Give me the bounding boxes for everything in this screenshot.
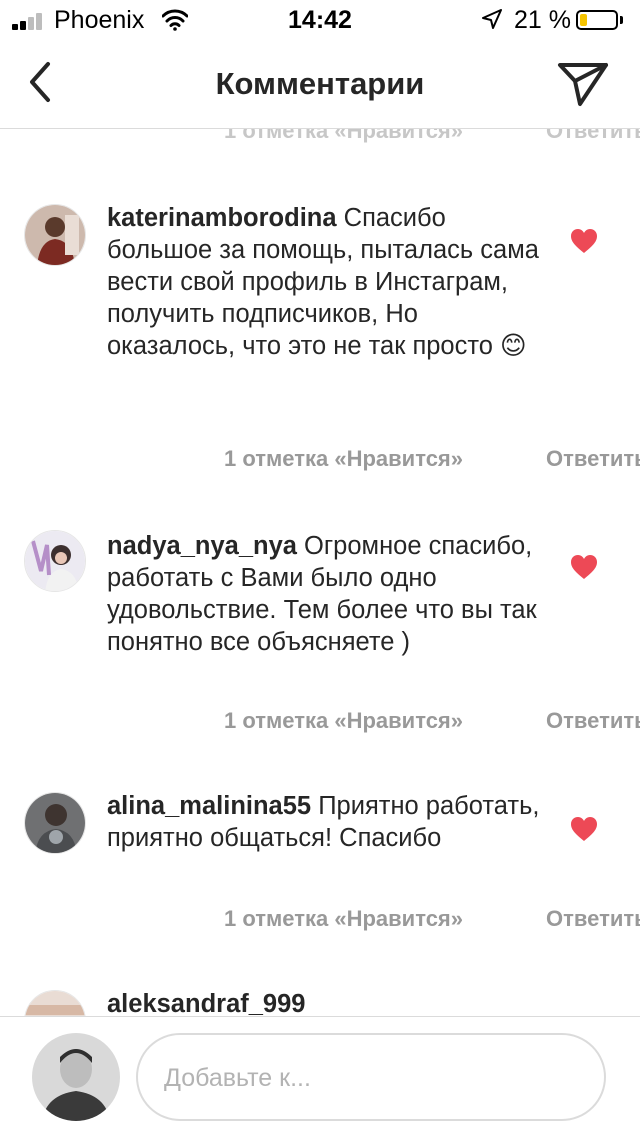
navigation-bar: Комментарии xyxy=(0,40,640,129)
reply-button[interactable]: Ответить xyxy=(546,446,640,472)
comment-username[interactable]: aleksandraf_999 xyxy=(107,990,305,1018)
heart-icon[interactable] xyxy=(570,554,598,580)
battery-percentage: 21 % xyxy=(514,6,571,34)
page-title: Комментарии xyxy=(215,66,425,101)
likes-count[interactable]: 1 отметка «Нравится» xyxy=(224,906,463,931)
avatar[interactable] xyxy=(24,204,86,266)
heart-icon[interactable] xyxy=(570,816,598,842)
likes-count[interactable]: 1 отметка «Нравится» xyxy=(224,708,463,733)
comment-username[interactable]: alina_malinina55 xyxy=(107,792,311,820)
heart-icon[interactable] xyxy=(570,228,598,254)
avatar xyxy=(32,1033,120,1121)
status-bar: Phoenix 14:42 21 % xyxy=(0,0,640,40)
location-arrow-icon xyxy=(482,9,502,29)
battery-tip xyxy=(620,16,623,24)
comment-meta: 1 отметка «Нравится» Ответить xyxy=(224,446,640,472)
battery-icon xyxy=(576,10,618,30)
reply-button[interactable]: Ответить xyxy=(546,708,640,734)
comment-input-box[interactable] xyxy=(136,1033,606,1121)
share-button[interactable] xyxy=(556,60,610,108)
reply-button[interactable]: Ответить xyxy=(546,906,640,932)
comment-text: nadya_nya_nya Огромное спасибо, работать… xyxy=(107,530,542,658)
comment-composer xyxy=(0,1016,640,1137)
comment-meta: 1 отметка «Нравится» Ответить xyxy=(224,708,640,734)
avatar[interactable] xyxy=(24,792,86,854)
comment-text: katerinamborodina Спасибо большое за пом… xyxy=(107,202,542,362)
comment-input[interactable] xyxy=(162,1057,566,1099)
comment-meta: 1 отметка «Нравится» Ответить xyxy=(224,906,640,932)
avatar[interactable] xyxy=(24,530,86,592)
comment-username[interactable]: katerinamborodina xyxy=(107,204,337,232)
likes-count[interactable]: 1 отметка «Нравится» xyxy=(224,446,463,471)
comment-text: alina_malinina55 Приятно работать, прият… xyxy=(107,790,542,854)
comment-username[interactable]: nadya_nya_nya xyxy=(107,532,297,560)
